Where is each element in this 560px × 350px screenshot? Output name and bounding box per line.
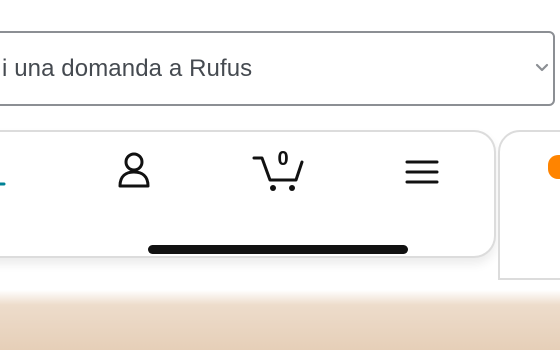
bottom-tab-bar xyxy=(0,130,496,258)
cart-count-badge: 0 xyxy=(277,148,289,170)
menu-icon[interactable] xyxy=(404,158,440,186)
account-icon[interactable] xyxy=(114,150,154,190)
adjacent-card xyxy=(498,130,560,280)
top-area xyxy=(0,0,560,30)
chevron-icon xyxy=(535,63,549,72)
rufus-search-bar[interactable]: i una domanda a Rufus xyxy=(0,31,555,106)
home-indicator[interactable] xyxy=(148,245,408,254)
orange-badge-fragment xyxy=(548,155,560,179)
search-placeholder-text: i una domanda a Rufus xyxy=(2,55,253,82)
home-icon[interactable] xyxy=(0,166,6,186)
